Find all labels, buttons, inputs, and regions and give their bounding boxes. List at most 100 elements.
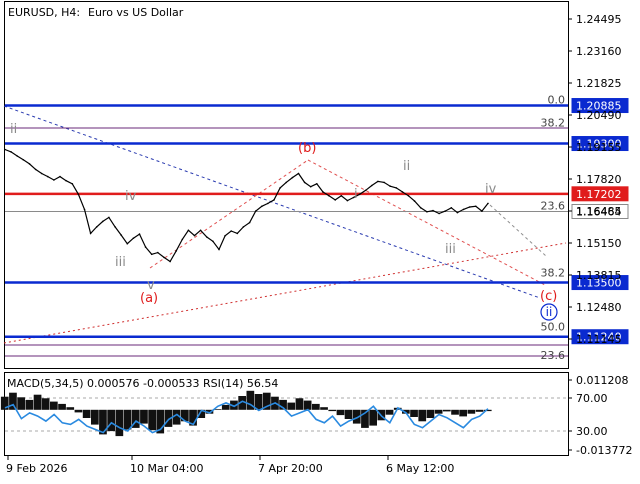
price-point bbox=[206, 236, 208, 238]
macd-bar bbox=[426, 409, 435, 418]
macd-bar bbox=[287, 402, 296, 410]
price-point bbox=[65, 179, 67, 182]
wave-label: ii bbox=[10, 122, 17, 137]
wave-label: (b) bbox=[298, 141, 316, 156]
indicator-tick-label: 0.011208 bbox=[576, 374, 629, 387]
price-point bbox=[401, 191, 404, 193]
macd-bar bbox=[418, 409, 427, 422]
y-tick-label: 1.17820 bbox=[576, 173, 622, 186]
price-point bbox=[346, 199, 349, 202]
price-point bbox=[468, 206, 471, 208]
price-point bbox=[230, 230, 232, 232]
macd-bar bbox=[328, 409, 337, 412]
indicator-tick-label: -0.013772 bbox=[576, 444, 632, 457]
y-tick-label: 1.19155 bbox=[576, 141, 622, 154]
price-point bbox=[236, 232, 239, 235]
price-point bbox=[53, 179, 55, 181]
x-tick-label: 7 Apr 20:00 bbox=[258, 462, 323, 475]
price-point bbox=[371, 184, 373, 187]
price-point bbox=[187, 229, 190, 232]
price-point bbox=[175, 250, 177, 252]
symbol-description: Euro vs US Dollar bbox=[88, 6, 184, 19]
price-point bbox=[432, 209, 434, 212]
price-point bbox=[16, 155, 19, 157]
macd-bar bbox=[410, 409, 418, 417]
price-point bbox=[456, 211, 459, 214]
price-point bbox=[481, 210, 483, 212]
macd-bar bbox=[115, 409, 124, 437]
price-point bbox=[138, 233, 141, 235]
macd-bar bbox=[451, 409, 459, 415]
price-point bbox=[261, 205, 263, 208]
price-point bbox=[34, 168, 37, 171]
price-point bbox=[267, 202, 269, 205]
price-point bbox=[132, 237, 135, 239]
price-point bbox=[438, 212, 440, 215]
fib-level-label: 50.0 bbox=[541, 321, 566, 334]
price-point bbox=[407, 195, 410, 197]
price-point bbox=[199, 229, 202, 232]
price-point bbox=[462, 208, 465, 211]
price-point bbox=[10, 151, 12, 153]
price-point bbox=[169, 260, 171, 263]
macd-bar bbox=[295, 398, 304, 410]
y-tick-label: 1.13815 bbox=[576, 269, 622, 282]
macd-bar bbox=[467, 409, 476, 414]
macd-bar bbox=[17, 397, 25, 410]
symbol-label: EURUSD, H4: bbox=[8, 6, 80, 19]
price-point bbox=[340, 195, 343, 197]
wave-label: iii bbox=[115, 255, 126, 270]
price-point bbox=[328, 195, 330, 197]
macd-bar bbox=[434, 409, 443, 414]
macd-bar bbox=[66, 407, 75, 410]
macd-bar bbox=[123, 409, 132, 430]
price-point bbox=[22, 159, 25, 161]
wave-label: (c) bbox=[540, 289, 557, 304]
macd-bar bbox=[320, 407, 328, 410]
macd-bar bbox=[58, 403, 66, 410]
price-point bbox=[193, 234, 196, 237]
price-point bbox=[273, 199, 275, 201]
wave-label: iii bbox=[445, 242, 456, 257]
x-tick-label: 10 Mar 04:00 bbox=[130, 462, 203, 475]
price-point bbox=[59, 175, 61, 178]
macd-bar bbox=[475, 409, 484, 412]
price-point bbox=[322, 191, 324, 193]
y-tick-label: 1.24495 bbox=[576, 13, 622, 26]
y-tick-label: 1.15150 bbox=[576, 237, 622, 250]
price-point bbox=[77, 193, 80, 196]
price-point bbox=[279, 187, 281, 189]
price-point bbox=[487, 202, 489, 205]
fib-level-label: 38.2 bbox=[541, 266, 566, 279]
price-point bbox=[316, 183, 318, 185]
wave-label: iv bbox=[125, 189, 137, 204]
price-point bbox=[383, 181, 385, 184]
price-level-badge-label: 1.17202 bbox=[576, 188, 622, 201]
macd-bar bbox=[385, 409, 394, 415]
price-point bbox=[358, 193, 361, 196]
price-point bbox=[212, 240, 214, 243]
price-point bbox=[47, 175, 49, 178]
wave-label: iv bbox=[485, 182, 497, 197]
price-point bbox=[83, 208, 86, 211]
macd-bar bbox=[312, 403, 320, 410]
chart-background bbox=[0, 0, 640, 480]
price-point bbox=[114, 226, 116, 228]
price-point bbox=[444, 210, 447, 212]
price-point bbox=[4, 148, 6, 151]
y-tick-label: 1.16485 bbox=[576, 205, 622, 218]
macd-bar bbox=[344, 409, 353, 419]
macd-bar bbox=[303, 400, 312, 410]
indicator-label: MACD(5,34,5) 0.000576 -0.000533 RSI(14) … bbox=[7, 377, 278, 390]
price-point bbox=[95, 226, 98, 228]
price-point bbox=[224, 235, 226, 237]
price-point bbox=[157, 251, 159, 254]
price-point bbox=[40, 172, 43, 175]
wave-label: i bbox=[354, 187, 358, 202]
price-point bbox=[108, 216, 110, 219]
indicator-tick-label: 30.00 bbox=[576, 425, 608, 438]
fib-level-label: 38.2 bbox=[541, 117, 566, 130]
price-point bbox=[28, 163, 31, 165]
macd-bar bbox=[443, 409, 451, 412]
price-point bbox=[120, 234, 122, 236]
